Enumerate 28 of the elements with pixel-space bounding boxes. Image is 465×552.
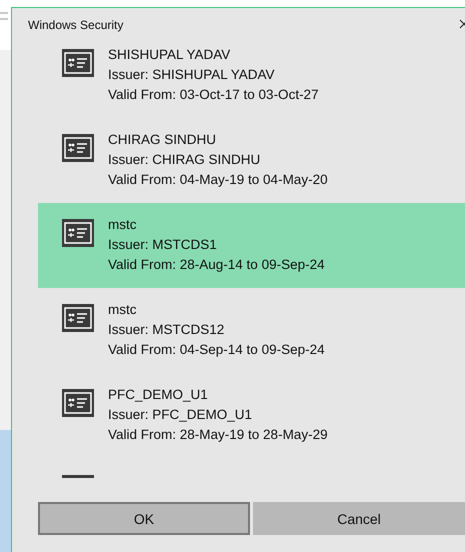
certificate-icon [62, 219, 94, 247]
certificate-name: PFC_DEMO_U1 [108, 386, 209, 404]
certificate-validity: Valid From: 04-May-19 to 04-May-20 [108, 171, 328, 189]
certificate-icon [62, 389, 94, 417]
certificate-icon [62, 304, 94, 332]
certificate-issuer: Issuer: SHISHUPAL YADAV [108, 66, 276, 84]
certificate-item[interactable]: CHIRAG SINDHU Issuer: CHIRAG SINDHU Valid From: 04-May-19 to 04-May-20 [38, 118, 465, 203]
certificate-issuer: Issuer: MSTCDS12 [108, 321, 226, 339]
certificate-icon [62, 49, 94, 77]
certificate-validity: Valid From: 28-Aug-14 to 09-Sep-24 [108, 256, 325, 274]
certificate-name: mstc [108, 301, 138, 319]
certificate-item[interactable]: mstc Issuer: MSTCDS1 Valid From: 28-Aug-14 to 09-Sep-24 [38, 203, 465, 288]
ok-button[interactable]: OK [38, 502, 250, 535]
certificate-item[interactable]: SHISHUPAL YADAV Issuer: SHISHUPAL YADAV Valid From: 03-Oct-17 to 03-Oct-27 [38, 33, 465, 118]
certificate-validity: Valid From: 04-Sep-14 to 09-Sep-24 [108, 341, 325, 359]
certificate-name: CHIRAG SINDHU [108, 131, 218, 149]
certificate-issuer: Issuer: CHIRAG SINDHU [108, 151, 262, 169]
certificate-validity: Valid From: 28-May-19 to 28-May-29 [108, 426, 328, 444]
certificate-item[interactable]: PFC_DEMO_U1 Issuer: PFC_DEMO_U1 Valid From: 28-May-19 to 28-May-29 [38, 373, 465, 458]
window-title: Windows Security [28, 18, 124, 32]
cancel-button[interactable]: Cancel [253, 502, 465, 535]
certificate-validity: Valid From: 03-Oct-17 to 03-Oct-27 [108, 86, 319, 104]
certificate-name: SHISHUPAL YADAV [108, 46, 232, 64]
certificate-icon [62, 134, 94, 162]
certificate-issuer: Issuer: PFC_DEMO_U1 [108, 406, 254, 424]
certificate-item[interactable]: mstc Issuer: MSTCDS12 Valid From: 04-Sep-14 to 09-Sep-24 [38, 288, 465, 373]
certificate-issuer: Issuer: MSTCDS1 [108, 236, 218, 254]
certificate-name: mstc [108, 216, 138, 234]
